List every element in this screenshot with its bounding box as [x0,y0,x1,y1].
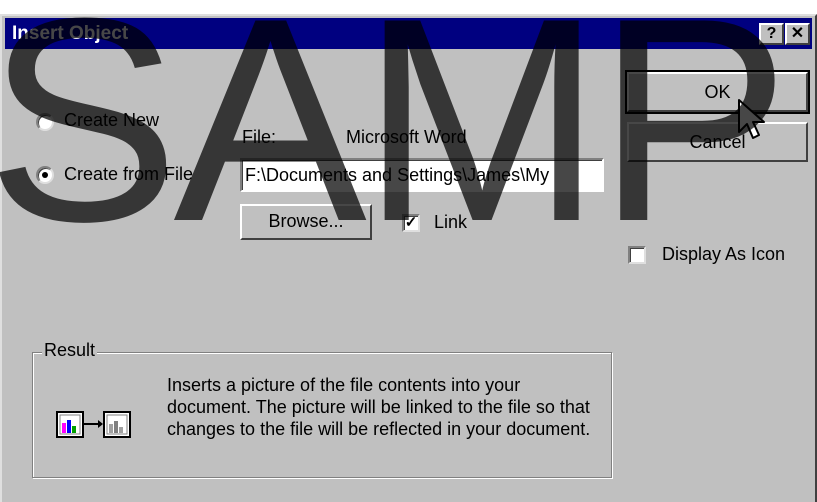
help-button[interactable]: ? [759,23,784,45]
close-button[interactable]: ✕ [785,23,810,45]
create-new-label[interactable]: Create New [64,110,159,131]
file-type-label: Microsoft Word [346,127,467,147]
link-checkbox[interactable]: ✓ [402,214,420,232]
title-bar: Insert Object ? ✕ [5,18,812,49]
display-as-icon-label[interactable]: Display As Icon [662,244,785,265]
create-from-file-label[interactable]: Create from File [64,164,193,185]
browse-button[interactable]: Browse... [240,204,372,240]
link-label[interactable]: Link [434,212,467,233]
insert-link-result-icon [56,409,152,444]
ok-button[interactable]: OK [625,70,810,114]
create-from-file-radio[interactable] [36,166,54,184]
create-new-radio[interactable] [36,113,54,131]
file-label: File: [242,127,277,147]
radio-selected-dot [42,172,48,178]
cancel-button[interactable]: Cancel [627,122,808,162]
result-group-title: Result [42,340,98,361]
file-path-field[interactable]: F:\Documents and Settings\James\My [240,158,604,192]
mouse-cursor-icon [737,98,767,147]
display-as-icon-checkbox[interactable] [628,246,646,264]
dialog-title: Insert Object [12,23,129,44]
insert-object-dialog: Insert Object ? ✕ Create New Create from… [0,14,817,502]
result-description: Inserts a picture of the file contents i… [167,375,591,439]
